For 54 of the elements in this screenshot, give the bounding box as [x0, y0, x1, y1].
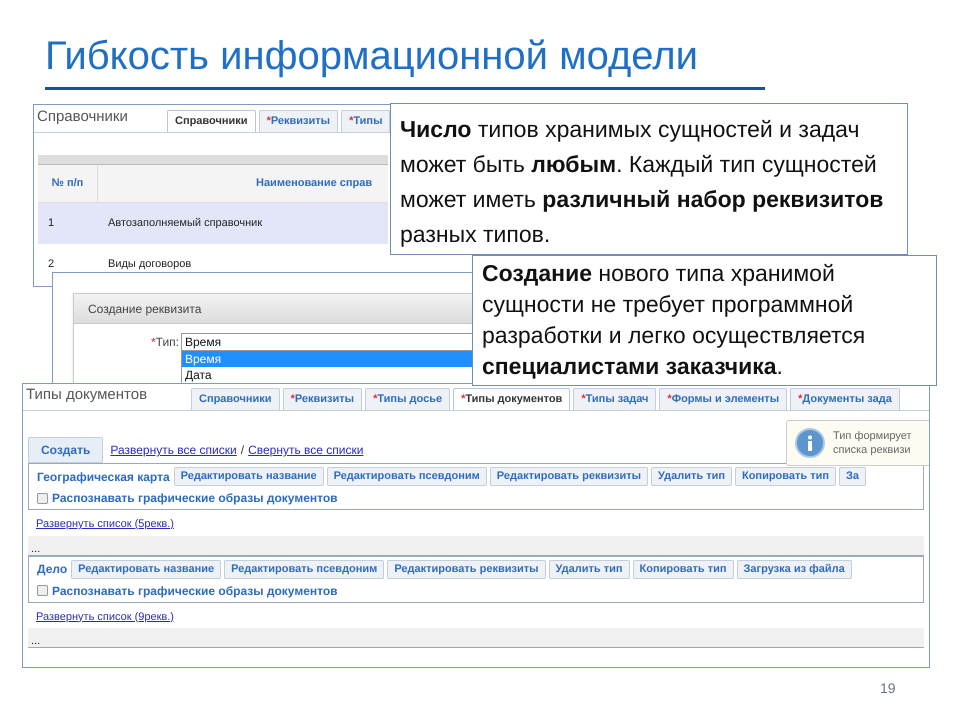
tab[interactable]: Справочники	[191, 388, 280, 410]
toolbar-button[interactable]: Загрузка из файла	[736, 560, 852, 578]
slide-title: Гибкость информационной модели	[45, 33, 698, 80]
expand-list-link[interactable]: Развернуть список (9рекв.)	[36, 608, 174, 625]
callout-text: Число типов хранимых сущностей и задач может быть любым. Каждый тип сущностей может иметь различный набор реквизитов разных типов.	[390, 103, 908, 255]
expand-list-link[interactable]: Развернуть список (5рекв.)	[36, 516, 174, 532]
type-title: Географическая карта	[37, 468, 170, 486]
select-field[interactable]: Время	[181, 333, 473, 351]
ellipsis-text: ...	[31, 542, 40, 554]
toolbar-button[interactable]: Редактировать название	[71, 560, 222, 578]
tab[interactable]: *Формы и элементы	[659, 388, 788, 410]
expand-all-link[interactable]: Развернуть все списки	[110, 441, 237, 459]
checkbox[interactable]	[37, 585, 48, 596]
toolbar-button[interactable]: Редактировать название	[174, 467, 324, 486]
toolbar-button[interactable]: Редактировать реквизиты	[387, 560, 546, 578]
column-header: № п/п	[38, 165, 98, 202]
separator-text: /	[240, 442, 244, 459]
tab[interactable]: *Типы документов	[453, 388, 570, 410]
dropdown-option[interactable]: Время	[182, 351, 472, 367]
tab[interactable]: *Реквизиты	[282, 388, 362, 410]
field-label: *Тип:	[150, 334, 180, 351]
toolbar-button[interactable]: Копировать тип	[632, 560, 734, 578]
toolbar-button[interactable]: Редактировать псевдоним	[326, 467, 487, 486]
table-cell-text: 2	[47, 257, 56, 272]
checkbox[interactable]	[37, 492, 48, 504]
table-cell-text: 1	[47, 216, 56, 232]
table-row[interactable]: 1 Автозаполняемый справочник	[38, 203, 388, 244]
tooltip-text: Тип формирует списка реквизи	[833, 429, 912, 457]
tab[interactable]: *Типы	[341, 110, 390, 132]
window-title: Справочники	[36, 106, 129, 126]
page-number: 19	[880, 679, 896, 698]
toolbar-button[interactable]: За	[839, 467, 866, 486]
checkbox-label: Распознавать графические образы документов	[52, 582, 338, 600]
tab[interactable]: *Документы зада	[790, 388, 900, 410]
toolbar-button[interactable]: Редактировать псевдоним	[224, 560, 384, 578]
collapse-all-link[interactable]: Свернуть все списки	[248, 441, 364, 459]
toolbar-button[interactable]: Копировать тип	[735, 467, 836, 486]
table-cell-text: Виды договоров	[108, 257, 192, 272]
toolbar-button[interactable]: Удалить тип	[651, 467, 732, 486]
tab[interactable]: *Типы досье	[365, 388, 450, 410]
tab[interactable]: *Реквизиты	[258, 110, 338, 132]
tab[interactable]: *Типы задач	[573, 388, 656, 410]
toolbar-button[interactable]: Удалить тип	[548, 560, 630, 578]
column-header: Наименование справ	[256, 176, 372, 192]
toolbar-button[interactable]: Редактировать реквизиты	[490, 467, 648, 486]
callout-text: Создание нового типа хранимой сущности не требует программной разработки и легко осуществляется специалистами заказчика.	[472, 255, 937, 386]
window-title: Типы документов	[25, 384, 148, 404]
tab[interactable]: Справочники	[167, 110, 256, 132]
table-cell-text: Автозаполняемый справочник	[108, 216, 262, 232]
type-title: Дело	[37, 561, 68, 578]
ellipsis-text: ...	[31, 635, 40, 647]
create-button[interactable]: Создать	[28, 437, 104, 463]
info-icon	[795, 428, 825, 458]
checkbox-label: Распознавать графические образы документов	[52, 490, 338, 507]
